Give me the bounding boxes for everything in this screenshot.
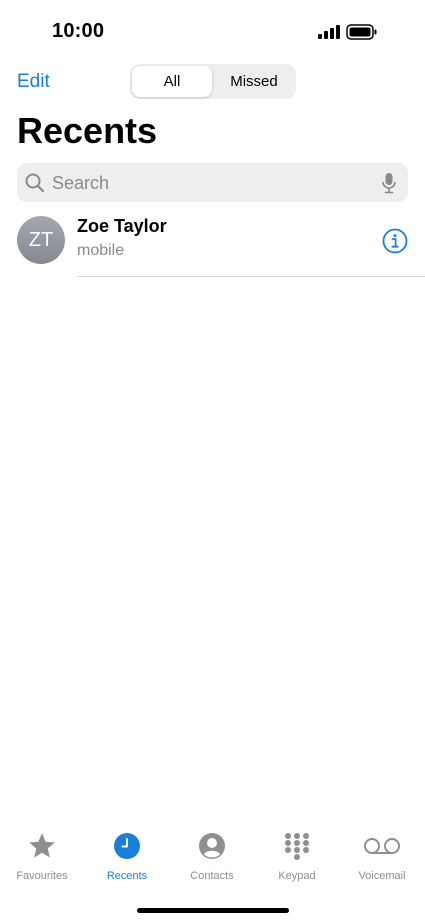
person-circle-icon: [199, 833, 225, 859]
tab-bar: Favourites Recents Contacts Keypad Voice…: [0, 830, 425, 890]
call-filter-segmented-control: All Missed: [130, 64, 296, 99]
row-separator: [77, 276, 425, 277]
avatar: ZT: [17, 216, 65, 264]
tab-label: Voicemail: [358, 870, 406, 882]
tab-contacts[interactable]: Contacts: [170, 830, 254, 882]
microphone-icon[interactable]: [381, 172, 397, 194]
tab-label: Contacts: [190, 870, 234, 882]
page-title: Recents: [17, 110, 158, 151]
keypad-icon: [285, 833, 309, 860]
search-bar[interactable]: [17, 163, 408, 204]
search-icon: [25, 173, 45, 193]
contact-name: Zoe Taylor: [77, 216, 167, 236]
edit-button[interactable]: Edit: [17, 71, 50, 93]
call-label: mobile: [77, 242, 125, 259]
tab-recents[interactable]: Recents: [85, 830, 169, 882]
battery-icon: [346, 24, 377, 40]
voicemail-icon: [364, 838, 400, 854]
info-icon[interactable]: [382, 228, 408, 254]
home-indicator[interactable]: [137, 908, 289, 913]
status-time: 10:00: [52, 20, 105, 42]
tab-voicemail[interactable]: Voicemail: [340, 830, 424, 882]
segment-missed[interactable]: Missed: [214, 66, 294, 97]
status-bar: 10:00: [0, 0, 425, 60]
segment-all[interactable]: All: [132, 66, 212, 97]
tab-keypad[interactable]: Keypad: [255, 830, 339, 882]
star-icon: [29, 833, 55, 858]
clock-icon: [114, 833, 140, 859]
tab-favourites[interactable]: Favourites: [0, 830, 84, 882]
tab-label: Keypad: [278, 870, 316, 882]
cellular-signal-icon: [318, 25, 340, 39]
recent-call-row[interactable]: ZT Zoe Taylor mobile: [0, 206, 425, 276]
tab-label: Favourites: [16, 870, 68, 882]
search-input[interactable]: [50, 163, 374, 204]
tab-label: Recents: [106, 870, 148, 882]
